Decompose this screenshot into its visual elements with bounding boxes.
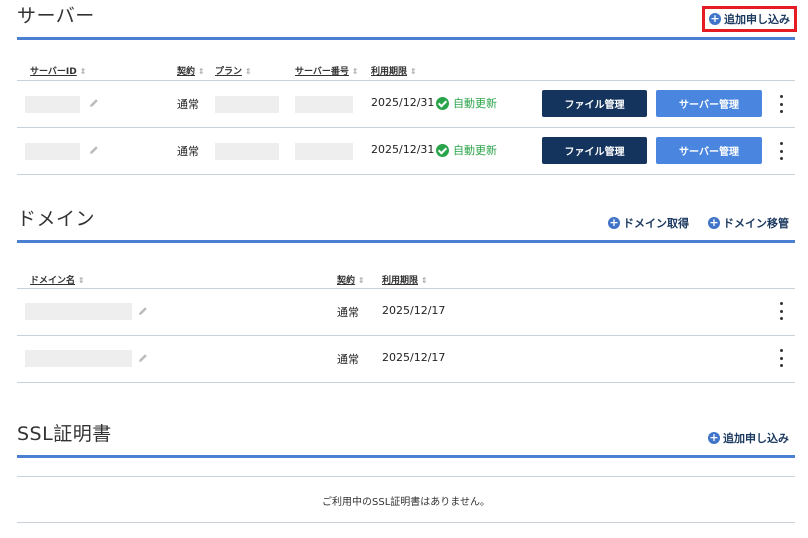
col-header-domain-name[interactable]: ドメイン名 ⇕ [30,273,85,286]
domain-expiry: 2025/12/17 [382,351,446,364]
server-add-link[interactable]: + 追加申し込み [702,6,797,32]
divider [17,476,795,477]
pencil-icon[interactable] [137,352,149,364]
divider [17,80,795,81]
domain-contract: 通常 [337,306,359,319]
domain-transfer-link[interactable]: + ドメイン移管 [708,215,789,231]
server-section-header: サーバー + 追加申し込み [17,0,797,40]
ssl-section-header: SSL証明書 + 追加申し込み [17,418,795,458]
server-no-placeholder [295,143,353,160]
domain-section-title: ドメイン [17,208,96,230]
plus-circle-icon: + [708,216,720,229]
kebab-icon[interactable] [778,302,784,320]
auto-renew-status: 自動更新 [436,142,497,158]
col-header-domain-expiry[interactable]: 利用期限 ⇕ [382,273,428,286]
kebab-icon[interactable] [778,95,784,113]
divider [17,382,795,383]
check-circle-icon [436,143,449,157]
plus-circle-icon: + [708,431,720,444]
kebab-icon[interactable] [778,142,784,160]
sort-icon: ⇕ [198,67,205,76]
pencil-icon[interactable] [88,97,100,109]
server-id-placeholder [25,96,80,113]
check-circle-icon [436,96,449,110]
sort-icon: ⇕ [78,276,85,285]
domain-name-placeholder [25,303,132,320]
col-header-plan[interactable]: プラン ⇕ [215,64,252,77]
col-header-contract[interactable]: 契約 ⇕ [177,64,205,77]
server-id-placeholder [25,143,80,160]
ssl-section-title: SSL証明書 [17,423,112,445]
sort-icon: ⇕ [351,67,359,76]
divider [17,127,795,128]
file-manage-button[interactable]: ファイル管理 [542,137,647,164]
sort-icon: ⇕ [421,276,428,285]
col-header-domain-contract[interactable]: 契約 ⇕ [337,273,365,286]
plus-circle-icon: + [608,216,620,229]
plus-circle-icon: + [709,12,721,25]
domain-acquire-link[interactable]: + ドメイン取得 [608,215,689,231]
domain-expiry: 2025/12/17 [382,304,446,317]
plan-placeholder [215,143,279,160]
ssl-add-link[interactable]: + 追加申し込み [708,430,789,446]
server-add-link-label: 追加申し込み [724,13,790,26]
auto-renew-status: 自動更新 [436,95,497,111]
server-contract: 通常 [177,98,199,111]
col-header-expiry[interactable]: 利用期限 ⇕ [371,64,417,77]
server-section-title: サーバー [17,5,95,27]
file-manage-button[interactable]: ファイル管理 [542,90,647,117]
col-header-server-id[interactable]: サーバーID ⇕ [30,64,86,77]
server-manage-button[interactable]: サーバー管理 [656,137,762,164]
server-contract: 通常 [177,145,199,158]
domain-section-header: ドメイン + ドメイン取得 + ドメイン移管 [17,203,795,243]
server-manage-button[interactable]: サーバー管理 [656,90,762,117]
server-expiry: 2025/12/31 [371,143,435,156]
domain-name-placeholder [25,350,132,367]
sort-icon: ⇕ [245,67,252,76]
divider [17,288,795,289]
sort-icon: ⇕ [358,276,365,285]
server-expiry: 2025/12/31 [371,96,435,109]
plan-placeholder [215,96,279,113]
divider [17,335,795,336]
col-header-server-no[interactable]: サーバー番号 ⇕ [295,64,359,77]
server-no-placeholder [295,96,353,113]
domain-contract: 通常 [337,353,359,366]
sort-icon: ⇕ [410,67,417,76]
pencil-icon[interactable] [88,144,100,156]
kebab-icon[interactable] [778,349,784,367]
divider [17,522,795,523]
divider [17,174,795,175]
ssl-empty-message: ご利用中のSSL証明書はありません。 [322,497,490,508]
pencil-icon[interactable] [137,305,149,317]
sort-icon: ⇕ [79,67,87,76]
